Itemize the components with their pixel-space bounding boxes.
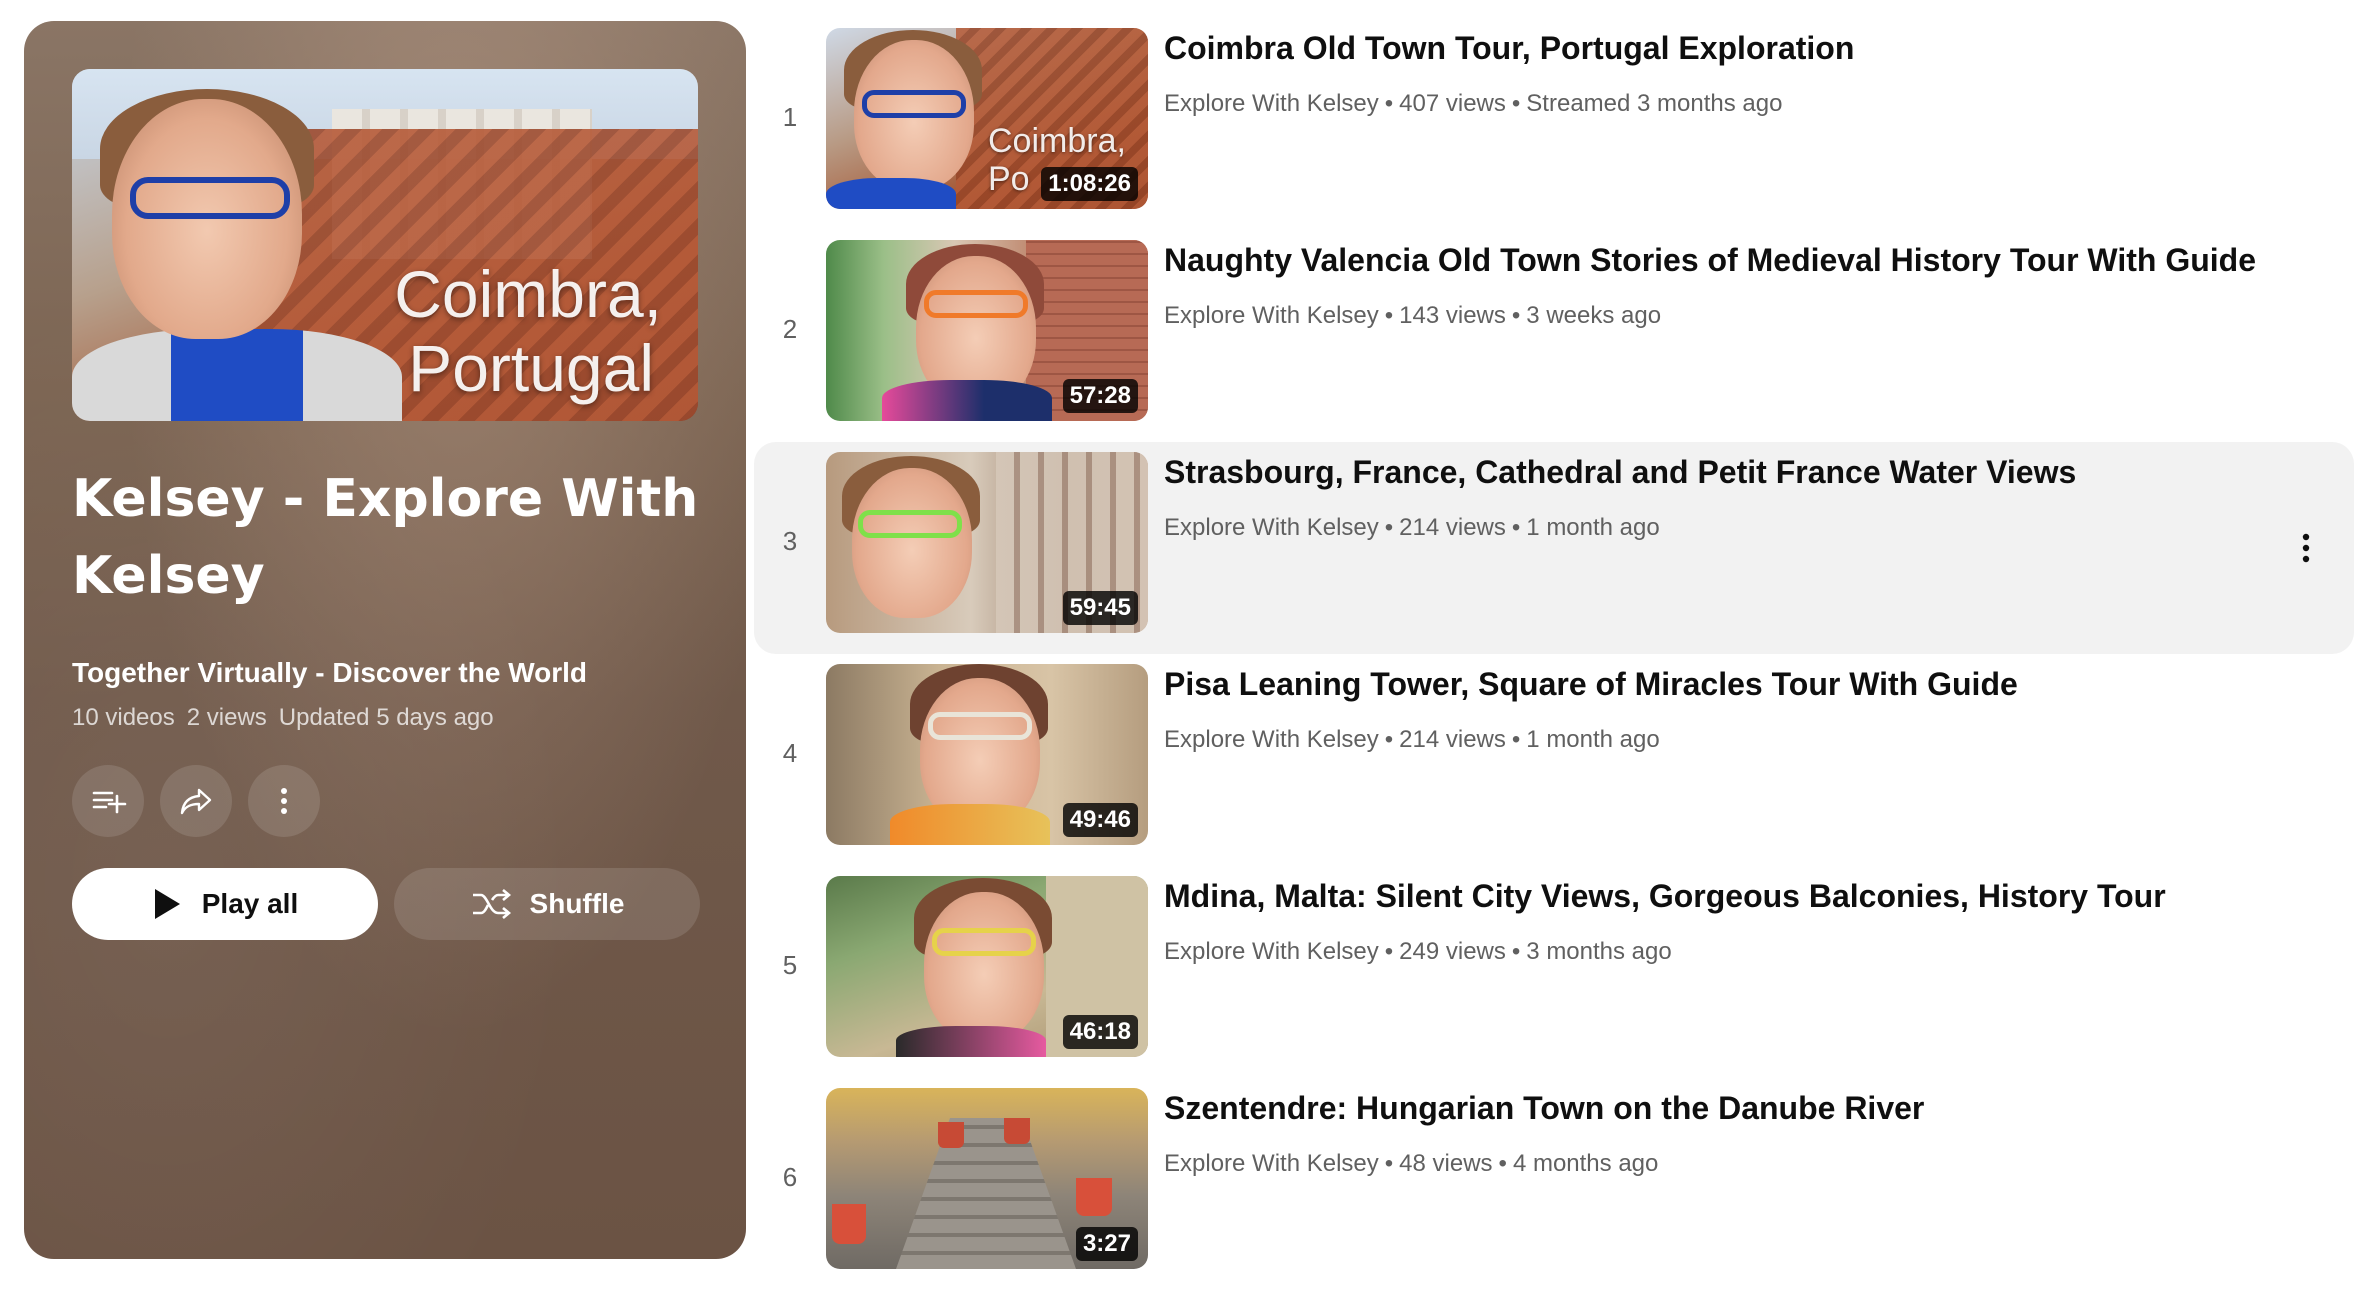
playlist-video-list: 1 Coimbra, Po 1:08:26 Coimbra Old Town T… — [754, 18, 2354, 1290]
thumbnail-glasses — [858, 510, 962, 538]
channel-name[interactable]: Explore With Kelsey — [1164, 514, 1379, 541]
view-count: 143 views — [1399, 302, 1506, 329]
duration-badge: 57:28 — [1062, 379, 1138, 413]
share-button[interactable] — [160, 765, 232, 837]
shuffle-label: Shuffle — [529, 888, 625, 919]
video-thumbnail[interactable]: Coimbra, Po 1:08:26 — [826, 28, 1148, 209]
thumbnail-face — [852, 468, 972, 618]
video-index: 5 — [782, 950, 798, 980]
thumbnail-caption-line1: Coimbra, — [394, 257, 662, 331]
video-title[interactable]: Strasbourg, France, Cathedral and Petit … — [1164, 454, 2076, 491]
video-thumbnail[interactable]: 3:27 — [826, 1088, 1148, 1269]
upload-age: Streamed 3 months ago — [1526, 90, 1783, 117]
playlist-channel-name[interactable]: Together Virtually - Discover the World — [72, 657, 587, 689]
playlist-thumbnail[interactable]: Coimbra, Portugal — [72, 69, 698, 421]
more-actions-button[interactable] — [248, 765, 320, 837]
thumbnail-flower-pot — [1076, 1178, 1112, 1216]
thumbnail-glasses — [928, 712, 1032, 740]
duration-badge: 3:27 — [1075, 1227, 1138, 1261]
thumbnail-face — [112, 99, 302, 339]
video-index: 2 — [782, 314, 798, 344]
duration-badge: 1:08:26 — [1041, 167, 1138, 201]
channel-name[interactable]: Explore With Kelsey — [1164, 1150, 1379, 1177]
upload-age: 1 month ago — [1526, 514, 1660, 541]
playlist-title: Kelsey - Explore With Kelsey — [72, 469, 699, 606]
video-thumbnail[interactable]: 46:18 — [826, 876, 1148, 1057]
thumbnail-flower-pot — [1004, 1118, 1030, 1144]
more-vert-icon — [281, 788, 287, 814]
view-count: 407 views — [1399, 90, 1506, 117]
channel-name[interactable]: Explore With Kelsey — [1164, 90, 1379, 117]
duration-badge: 49:46 — [1062, 803, 1138, 837]
shuffle-icon — [472, 889, 511, 919]
video-thumbnail[interactable]: 57:28 — [826, 240, 1148, 421]
thumbnail-glasses — [932, 928, 1036, 956]
view-count: 214 views — [1399, 514, 1506, 541]
shuffle-button[interactable]: Shuffle — [394, 868, 700, 940]
video-title[interactable]: Szentendre: Hungarian Town on the Danube… — [1164, 1090, 1924, 1127]
video-title[interactable]: Naughty Valencia Old Town Stories of Med… — [1164, 242, 2256, 279]
thumbnail-glasses — [924, 290, 1028, 318]
video-meta: Explore With Kelsey • 407 views • Streamed 3… — [1164, 90, 1783, 117]
share-icon — [180, 788, 212, 815]
upload-age: 1 month ago — [1526, 726, 1660, 753]
play-all-label: Play all — [201, 888, 299, 919]
video-more-button[interactable] — [2286, 528, 2326, 568]
video-row[interactable]: 6 3:27 Szentendre: Hungarian Town on the… — [754, 1078, 2354, 1290]
upload-age: 3 weeks ago — [1526, 302, 1662, 329]
playlist-video-count: 10 videos — [72, 704, 175, 731]
play-all-button[interactable]: Play all — [72, 868, 378, 940]
view-count: 249 views — [1399, 938, 1506, 965]
video-meta: Explore With Kelsey • 249 views • 3 months a… — [1164, 938, 1672, 965]
playlist-updated: Updated 5 days ago — [278, 704, 494, 731]
thumbnail-stone-stairs — [896, 1118, 1076, 1269]
thumbnail-flower-pot — [832, 1204, 866, 1244]
playlist-add-icon — [92, 791, 127, 814]
channel-name[interactable]: Explore With Kelsey — [1164, 938, 1379, 965]
upload-age: 4 months ago — [1512, 1150, 1659, 1177]
play-icon — [154, 889, 180, 919]
video-meta: Explore With Kelsey • 48 views • 4 months ag… — [1164, 1150, 1659, 1177]
video-index: 1 — [782, 102, 798, 132]
thumbnail-shirt — [890, 804, 1050, 845]
video-title[interactable]: Mdina, Malta: Silent City Views, Gorgeou… — [1164, 878, 2166, 915]
video-meta: Explore With Kelsey • 143 views • 3 weeks ag… — [1164, 302, 1662, 329]
thumbnail-shirt — [826, 178, 956, 209]
thumbnail-shirt — [882, 380, 1052, 421]
video-index: 3 — [782, 526, 798, 556]
save-playlist-button[interactable] — [72, 765, 144, 837]
thumbnail-shirt — [72, 329, 402, 421]
playlist-action-row — [72, 765, 320, 837]
video-row[interactable]: 3 59:45 Strasbourg, France, Cathedral an… — [754, 442, 2354, 654]
duration-badge: 59:45 — [1062, 591, 1138, 625]
video-index: 6 — [782, 1162, 798, 1192]
thumbnail-face — [924, 892, 1044, 1042]
thumbnail-shirt — [896, 1026, 1046, 1057]
channel-name[interactable]: Explore With Kelsey — [1164, 302, 1379, 329]
video-row[interactable]: 1 Coimbra, Po 1:08:26 Coimbra Old Town T… — [754, 18, 2354, 230]
upload-age: 3 months ago — [1526, 938, 1672, 965]
thumbnail-flower-pot — [938, 1122, 964, 1148]
playlist-header-panel: Coimbra, Portugal Kelsey - Explore With … — [24, 21, 746, 1259]
video-meta: Explore With Kelsey • 214 views • 1 month ag… — [1164, 514, 1660, 541]
video-row[interactable]: 2 57:28 Naughty Valencia Old Town Storie… — [754, 230, 2354, 442]
video-meta: Explore With Kelsey • 214 views • 1 month ag… — [1164, 726, 1660, 753]
thumbnail-glasses — [862, 90, 966, 118]
video-index: 4 — [782, 738, 798, 768]
video-thumbnail[interactable]: 49:46 — [826, 664, 1148, 845]
view-count: 48 views — [1399, 1150, 1493, 1177]
video-title[interactable]: Pisa Leaning Tower, Square of Miracles T… — [1164, 666, 2018, 703]
thumbnail-glasses — [130, 177, 290, 219]
video-row[interactable]: 4 49:46 Pisa Leaning Tower, Square of Mi… — [754, 654, 2354, 866]
video-row[interactable]: 5 46:18 Mdina, Malta: Silent City Views,… — [754, 866, 2354, 1078]
video-thumbnail[interactable]: 59:45 — [826, 452, 1148, 633]
playlist-stats: 10 videos 2 views Updated 5 days ago — [72, 704, 494, 732]
duration-badge: 46:18 — [1062, 1015, 1138, 1049]
playlist-view-count: 2 views — [186, 704, 267, 731]
more-vert-icon — [2302, 533, 2310, 563]
thumbnail-caption-line2: Portugal — [408, 331, 654, 405]
view-count: 214 views — [1399, 726, 1506, 753]
video-title[interactable]: Coimbra Old Town Tour, Portugal Explorat… — [1164, 30, 1854, 67]
channel-name[interactable]: Explore With Kelsey — [1164, 726, 1379, 753]
